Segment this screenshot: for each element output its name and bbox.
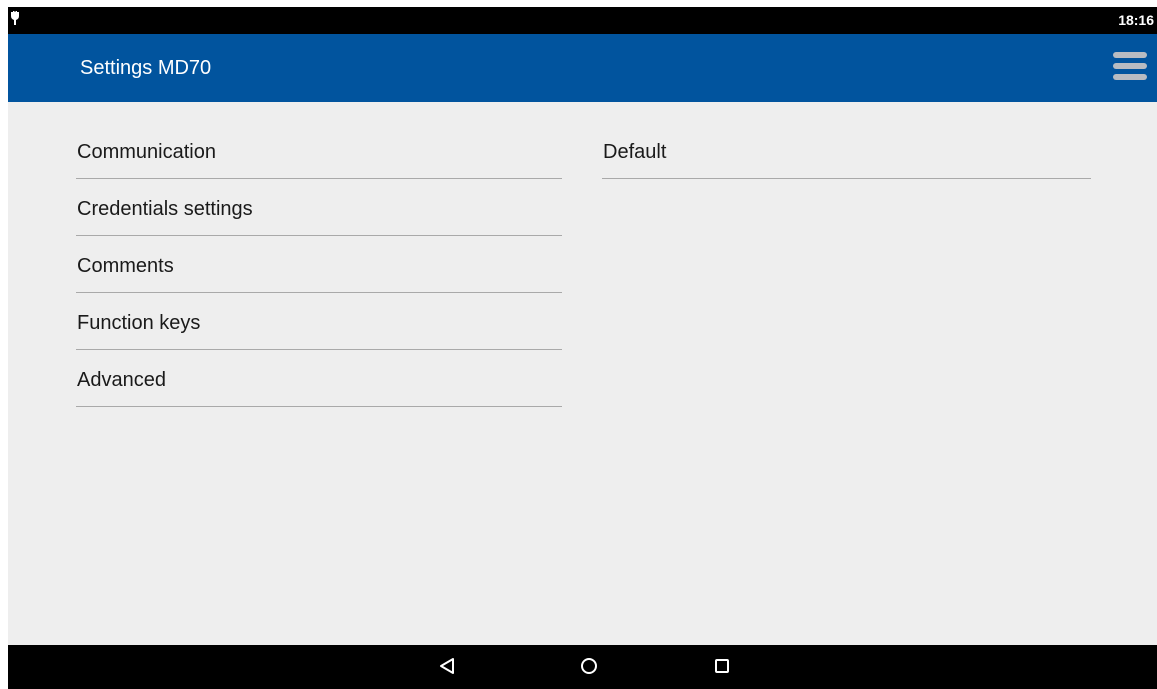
settings-detail-list: Default [602, 122, 1091, 179]
list-item-label: Communication [77, 141, 216, 163]
page-title: Settings MD70 [80, 57, 212, 79]
app-bar: Settings MD70 [8, 34, 1157, 102]
list-item-label: Comments [77, 255, 174, 277]
home-circle-icon [580, 657, 598, 680]
status-bar: 18:16 [8, 7, 1157, 34]
list-item-label: Advanced [77, 369, 166, 391]
recents-button[interactable] [711, 657, 733, 679]
list-item-default[interactable]: Default [602, 122, 1091, 179]
recents-square-icon [714, 658, 730, 679]
list-item-advanced[interactable]: Advanced [76, 350, 562, 407]
list-item-comments[interactable]: Comments [76, 236, 562, 293]
device-screen: 18:16 Settings MD70 Communication Creden… [8, 7, 1157, 689]
list-item-label: Function keys [77, 312, 201, 334]
back-triangle-icon [439, 657, 455, 680]
list-item-label: Credentials settings [77, 198, 253, 220]
status-time: 18:16 [1118, 12, 1154, 28]
hamburger-menu-icon [1113, 51, 1147, 86]
list-item-label: Default [603, 141, 667, 163]
usb-debug-icon [8, 11, 22, 27]
list-item-communication[interactable]: Communication [76, 122, 562, 179]
home-button[interactable] [578, 657, 600, 679]
list-item-credentials-settings[interactable]: Credentials settings [76, 179, 562, 236]
settings-content: Communication Credentials settings Comme… [8, 102, 1157, 645]
menu-button[interactable] [1113, 51, 1147, 86]
settings-category-list: Communication Credentials settings Comme… [76, 122, 562, 407]
navigation-bar [8, 645, 1157, 689]
list-item-function-keys[interactable]: Function keys [76, 293, 562, 350]
back-button[interactable] [436, 657, 458, 679]
